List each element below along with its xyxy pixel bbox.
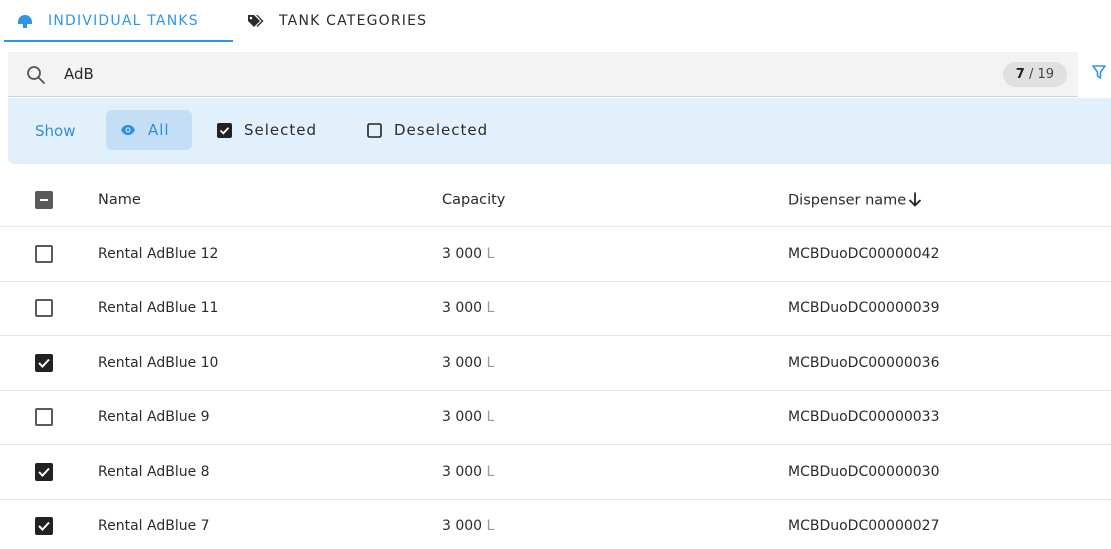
result-count-badge: 7 / 19 xyxy=(1002,62,1067,87)
show-selected-option[interactable]: Selected xyxy=(216,110,317,150)
show-filter-bar: Show All Selected Deselected xyxy=(8,98,1111,164)
show-label: Show xyxy=(35,122,76,140)
table-header-row: Name Capacity Dispenser name xyxy=(0,174,1111,227)
row-capacity: 3 000 L xyxy=(442,464,494,480)
row-capacity-value: 3 000 xyxy=(442,409,483,426)
show-all-option[interactable]: All xyxy=(106,110,192,150)
filter-icon[interactable] xyxy=(1090,63,1108,81)
column-header-name[interactable]: Name xyxy=(98,192,141,208)
row-capacity-unit: L xyxy=(486,518,495,535)
table-row[interactable]: Rental AdBlue 11 3 000 L MCBDuoDC00000039 xyxy=(0,282,1111,336)
table-row[interactable]: Rental AdBlue 10 3 000 L MCBDuoDC00000036 xyxy=(0,336,1111,391)
row-dispenser: MCBDuoDC00000027 xyxy=(788,518,940,535)
row-capacity-value: 3 000 xyxy=(442,518,483,535)
row-checkbox[interactable] xyxy=(35,244,53,263)
row-name: Rental AdBlue 9 xyxy=(98,409,210,426)
result-count-total: / 19 xyxy=(1024,67,1054,82)
row-dispenser: MCBDuoDC00000039 xyxy=(788,300,940,317)
search-bar: 7 / 19 xyxy=(8,52,1078,97)
row-name: Rental AdBlue 8 xyxy=(98,463,210,480)
row-capacity: 3 000 L xyxy=(442,246,494,262)
row-capacity-unit: L xyxy=(486,354,495,371)
checkbox-checked-icon xyxy=(216,122,232,138)
row-capacity-unit: L xyxy=(486,463,495,480)
show-deselected-label: Deselected xyxy=(394,121,489,139)
tab-tank-categories[interactable]: TANK CATEGORIES xyxy=(247,0,427,42)
show-all-label: All xyxy=(148,121,170,139)
tank-cloud-icon xyxy=(16,13,34,29)
table-row[interactable]: Rental AdBlue 12 3 000 L MCBDuoDC00000042 xyxy=(0,227,1111,282)
row-capacity: 3 000 L xyxy=(442,300,494,316)
row-checkbox[interactable] xyxy=(35,408,53,427)
select-all-checkbox[interactable] xyxy=(35,191,53,209)
row-name: Rental AdBlue 11 xyxy=(98,300,219,317)
table-body: Rental AdBlue 12 3 000 L MCBDuoDC00000042 R… xyxy=(0,227,1111,549)
row-capacity: 3 000 L xyxy=(442,355,494,371)
row-capacity-unit: L xyxy=(486,300,495,317)
row-capacity-value: 3 000 xyxy=(442,354,483,371)
search-icon xyxy=(25,64,47,86)
checkbox-empty-icon xyxy=(366,122,382,138)
row-name: Rental AdBlue 10 xyxy=(98,354,219,371)
row-name: Rental AdBlue 12 xyxy=(98,245,219,262)
row-capacity-value: 3 000 xyxy=(442,463,483,480)
tab-individual-tanks-label: INDIVIDUAL TANKS xyxy=(48,13,199,29)
row-checkbox-checked[interactable] xyxy=(35,353,53,372)
row-dispenser: MCBDuoDC00000033 xyxy=(788,409,940,426)
row-checkbox-checked[interactable] xyxy=(35,517,53,536)
tab-tank-categories-label: TANK CATEGORIES xyxy=(279,13,428,29)
tab-individual-tanks[interactable]: INDIVIDUAL TANKS xyxy=(4,0,233,42)
row-capacity-unit: L xyxy=(486,409,495,426)
row-capacity: 3 000 L xyxy=(442,518,494,534)
row-dispenser: MCBDuoDC00000036 xyxy=(788,354,940,371)
result-count-current: 7 xyxy=(1015,67,1025,82)
column-header-dispenser-label: Dispenser name xyxy=(788,192,907,209)
column-header-dispenser[interactable]: Dispenser name xyxy=(788,192,922,209)
row-capacity: 3 000 L xyxy=(442,409,494,425)
search-input[interactable] xyxy=(64,61,864,87)
row-dispenser: MCBDuoDC00000030 xyxy=(788,463,940,480)
show-deselected-option[interactable]: Deselected xyxy=(366,110,488,150)
table-row[interactable]: Rental AdBlue 7 3 000 L MCBDuoDC00000027 xyxy=(0,500,1111,549)
table-row[interactable]: Rental AdBlue 8 3 000 L MCBDuoDC00000030 xyxy=(0,445,1111,500)
row-capacity-value: 3 000 xyxy=(442,245,483,262)
row-capacity-value: 3 000 xyxy=(442,300,483,317)
row-name: Rental AdBlue 7 xyxy=(98,518,210,535)
eye-icon xyxy=(120,122,136,138)
row-dispenser: MCBDuoDC00000042 xyxy=(788,245,940,262)
tab-bar: INDIVIDUAL TANKS TANK CATEGORIES xyxy=(0,0,1111,42)
show-selected-label: Selected xyxy=(244,121,318,139)
column-header-capacity[interactable]: Capacity xyxy=(442,192,505,208)
row-capacity-unit: L xyxy=(486,245,495,262)
table-row[interactable]: Rental AdBlue 9 3 000 L MCBDuoDC00000033 xyxy=(0,391,1111,445)
tags-icon xyxy=(247,13,265,29)
arrow-down-icon xyxy=(908,192,922,208)
tanks-table: Name Capacity Dispenser name Rental AdBl… xyxy=(0,174,1111,549)
row-checkbox-checked[interactable] xyxy=(35,462,53,481)
row-checkbox[interactable] xyxy=(35,299,53,318)
